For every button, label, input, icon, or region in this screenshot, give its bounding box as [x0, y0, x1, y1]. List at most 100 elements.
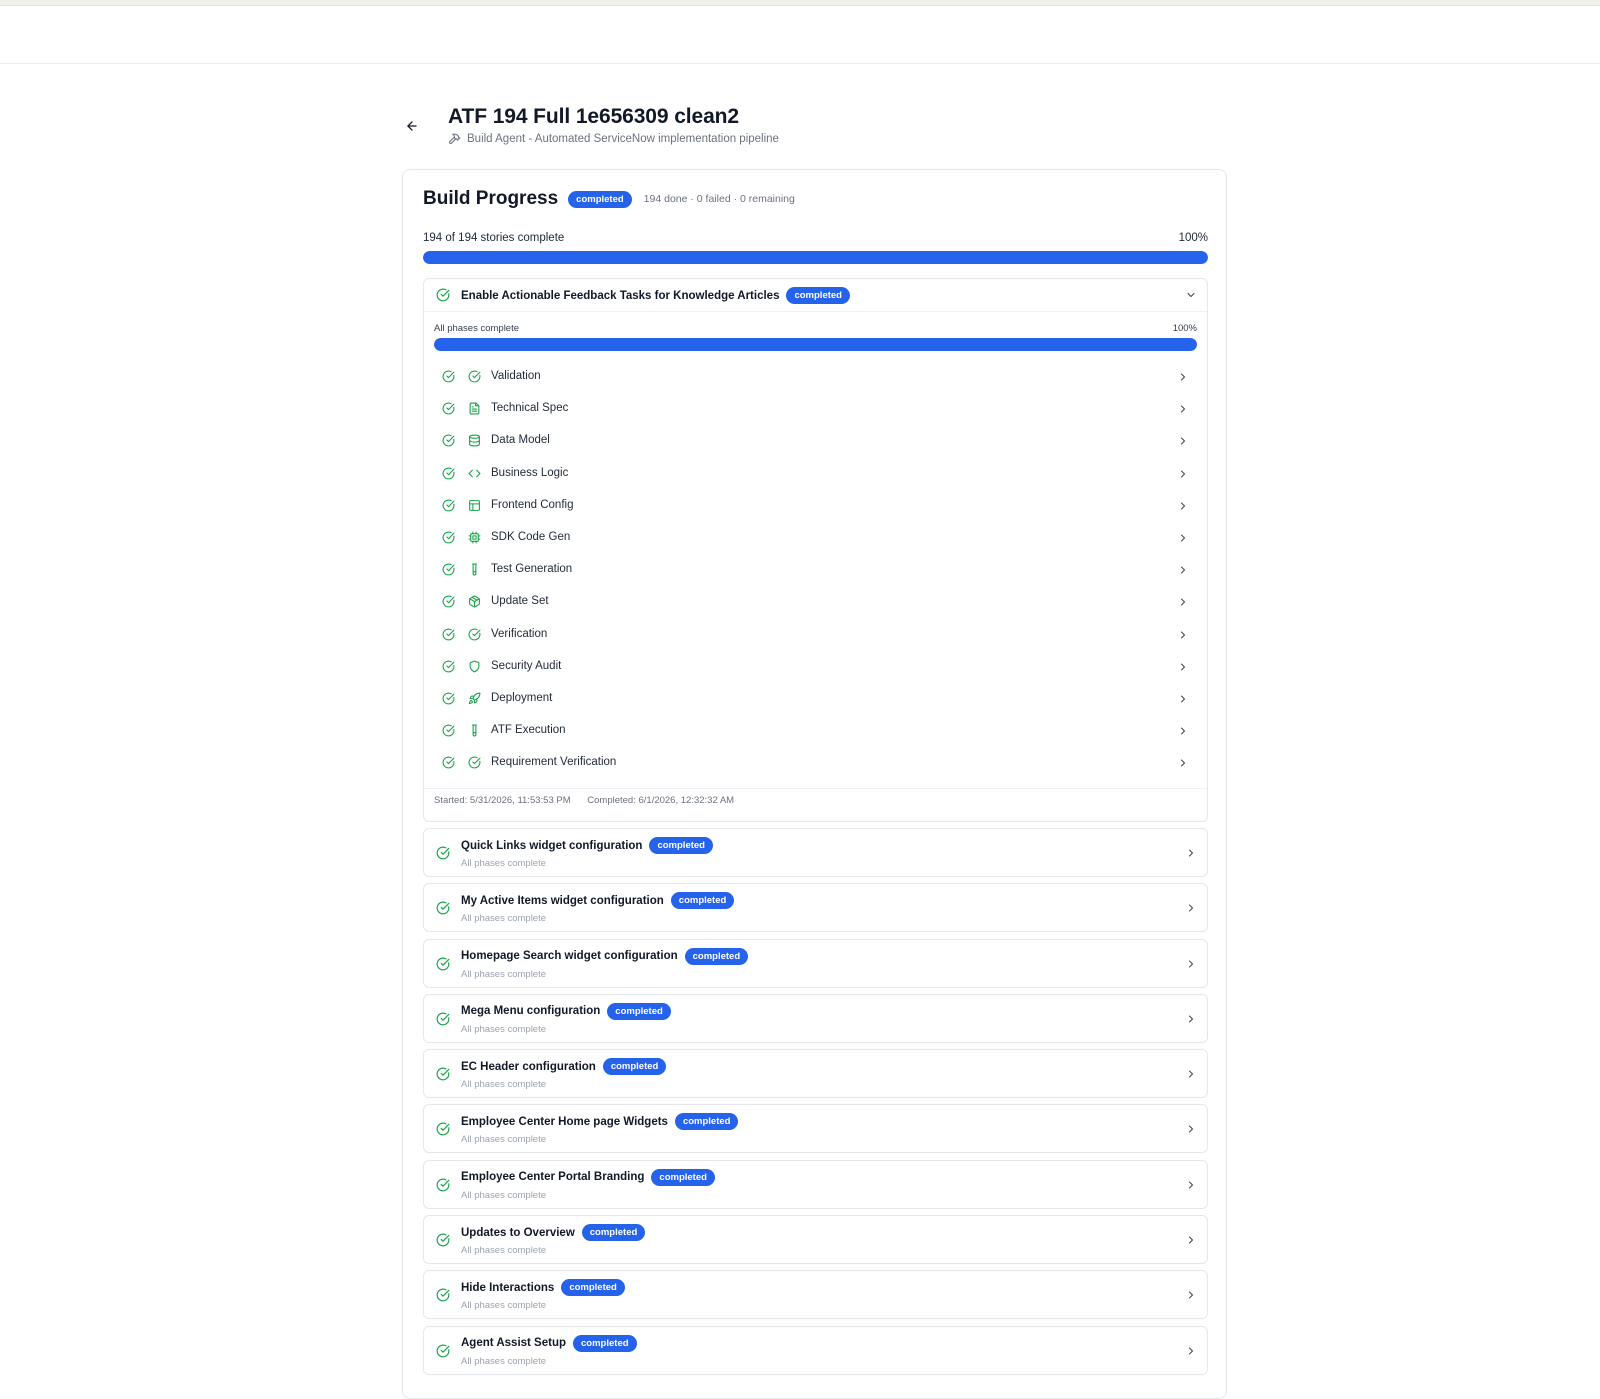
- story-row[interactable]: Updates to Overview completed All phases c…: [423, 1215, 1208, 1265]
- phase-label: SDK Code Gen: [491, 530, 571, 543]
- story-title-row: Employee Center Home page Widgets complet…: [461, 1113, 739, 1131]
- phase-row[interactable]: Verification: [424, 619, 1207, 651]
- story-title: Quick Links widget configuration: [461, 839, 643, 852]
- chevron-right-icon: [1177, 757, 1189, 769]
- overall-progress-labels: 194 of 194 stories complete 100%: [423, 232, 1208, 244]
- phase-label: Validation: [491, 370, 541, 382]
- story-subtitle: All phases complete: [461, 858, 547, 869]
- build-progress-header: Build Progress completed 194 done · 0 fa…: [423, 188, 795, 210]
- chevron-right-icon: [1185, 1234, 1197, 1246]
- story-row[interactable]: Mega Menu configuration completed All phas…: [423, 993, 1208, 1043]
- story-row[interactable]: Quick Links widget configuration complete…: [423, 828, 1208, 877]
- story-row[interactable]: Agent Assist Setup completed All phases co…: [423, 1325, 1208, 1375]
- check-circle-icon: [442, 499, 455, 512]
- phase-row[interactable]: ATF Execution: [424, 715, 1207, 747]
- story-title-row: Mega Menu configuration completed: [461, 1002, 671, 1020]
- phase-label: Security Audit: [491, 659, 562, 672]
- phase-row[interactable]: Security Audit: [424, 651, 1207, 683]
- story-title: EC Header configuration: [461, 1060, 596, 1073]
- chevron-right-icon: [1185, 1345, 1197, 1357]
- expanded-story-panel: Enable Actionable Feedback Tasks for Kno…: [423, 278, 1208, 822]
- phase-progress-summary: All phases complete: [434, 323, 520, 334]
- check-circle-icon: [436, 846, 450, 860]
- story-title: My Active Items widget configuration: [461, 894, 664, 907]
- chevron-right-icon: [1185, 847, 1197, 859]
- chevron-right-icon: [1177, 468, 1189, 480]
- phase-label: Test Generation: [491, 563, 573, 576]
- phase-row[interactable]: Frontend Config: [424, 490, 1207, 522]
- check-circle-icon: [468, 628, 481, 641]
- phase-row[interactable]: Deployment: [424, 683, 1207, 715]
- chevron-right-icon: [1177, 596, 1189, 608]
- phase-row[interactable]: Requirement Verification: [424, 747, 1207, 779]
- phase-row[interactable]: Validation: [424, 361, 1207, 393]
- story-row[interactable]: Employee Center Portal Branding completed…: [423, 1159, 1208, 1209]
- phase-row[interactable]: Business Logic: [424, 458, 1207, 490]
- story-row[interactable]: My Active Items widget configuration comp…: [423, 883, 1208, 933]
- shield-icon: [468, 660, 481, 673]
- check-circle-icon: [436, 1178, 450, 1192]
- test-tube-icon: [468, 563, 481, 576]
- phase-label: Data Model: [491, 434, 550, 447]
- phase-progress-labels: All phases complete 100%: [434, 323, 1197, 334]
- status-badge: completed: [786, 287, 850, 304]
- phase-row[interactable]: Test Generation: [424, 554, 1207, 586]
- story-title: Employee Center Portal Branding: [461, 1171, 645, 1184]
- expanded-story-header[interactable]: Enable Actionable Feedback Tasks for Kno…: [424, 279, 1207, 312]
- check-circle-icon: [442, 628, 455, 641]
- check-circle-icon: [436, 1012, 450, 1026]
- file-text-icon: [468, 402, 481, 415]
- chevron-right-icon: [1185, 958, 1197, 970]
- app-top-bar: [0, 6, 1600, 64]
- status-badge: completed: [684, 947, 749, 965]
- phase-progress-fill: [434, 338, 1197, 351]
- check-circle-icon: [442, 370, 455, 383]
- chevron-right-icon: [1177, 532, 1189, 544]
- phase-progress-percent: 100%: [1172, 323, 1197, 334]
- chevron-right-icon: [1177, 693, 1189, 705]
- story-title-row: Agent Assist Setup completed: [461, 1334, 637, 1352]
- phase-row[interactable]: Technical Spec: [424, 393, 1207, 425]
- chevron-right-icon: [1177, 661, 1189, 673]
- story-subtitle: All phases complete: [461, 1023, 547, 1035]
- story-subtitle: All phases complete: [461, 1355, 547, 1367]
- story-row[interactable]: Employee Center Home page Widgets complet…: [423, 1104, 1208, 1154]
- phase-label: ATF Execution: [491, 724, 566, 737]
- back-button[interactable]: [400, 114, 424, 138]
- story-row[interactable]: Hide Interactions completed All phases com…: [423, 1270, 1208, 1320]
- story-subtitle: All phases complete: [461, 968, 547, 980]
- check-circle-icon: [436, 1288, 450, 1302]
- check-circle-icon: [442, 434, 455, 447]
- chevron-right-icon: [1185, 1013, 1197, 1025]
- story-row[interactable]: EC Header configuration completed All phas…: [423, 1049, 1208, 1099]
- story-timestamps: Started: 5/31/2026, 11:53:53 PM Complete…: [424, 788, 1207, 806]
- phase-row[interactable]: Data Model: [424, 425, 1207, 457]
- story-list: Quick Links widget configuration complete…: [423, 828, 1208, 1381]
- build-progress-title: Build Progress: [423, 188, 559, 209]
- story-row[interactable]: Homepage Search widget configuration comp…: [423, 938, 1208, 988]
- phase-label: Frontend Config: [491, 498, 574, 511]
- chevron-right-icon: [1177, 500, 1189, 512]
- phase-row[interactable]: Update Set: [424, 586, 1207, 618]
- check-circle-icon: [442, 402, 455, 415]
- check-circle-icon: [436, 1067, 450, 1081]
- chevron-right-icon: [1177, 371, 1189, 383]
- story-title: Mega Menu configuration: [461, 1005, 601, 1018]
- status-badge: completed: [581, 1224, 646, 1242]
- check-circle-icon: [442, 531, 455, 544]
- rocket-icon: [468, 692, 481, 705]
- phase-label: Update Set: [491, 595, 549, 608]
- check-circle-icon: [436, 1122, 450, 1136]
- story-title: Agent Assist Setup: [461, 1337, 567, 1350]
- check-circle-icon: [436, 1233, 450, 1247]
- expanded-story-title: Enable Actionable Feedback Tasks for Kno…: [461, 289, 780, 302]
- chevron-right-icon: [1177, 629, 1189, 641]
- completed-timestamp: Completed: 6/1/2026, 12:32:32 AM: [587, 795, 735, 806]
- check-circle-icon: [442, 595, 455, 608]
- story-subtitle: All phases complete: [461, 1134, 547, 1146]
- phase-progress-bar: [434, 338, 1197, 351]
- chevron-right-icon: [1185, 1179, 1197, 1191]
- story-title: Homepage Search widget configuration: [461, 950, 678, 963]
- test-tube-icon: [468, 724, 481, 737]
- phase-row[interactable]: SDK Code Gen: [424, 522, 1207, 554]
